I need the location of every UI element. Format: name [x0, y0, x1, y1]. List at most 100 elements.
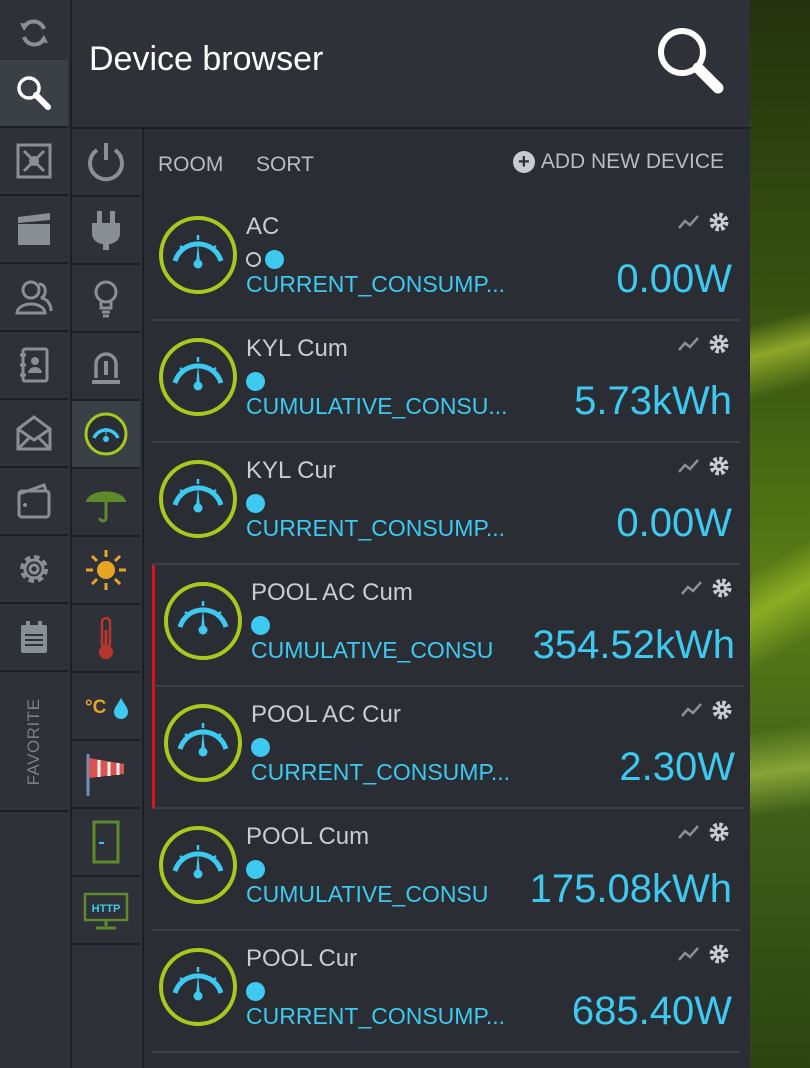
- wallet-icon: [17, 483, 51, 519]
- search-icon[interactable]: [652, 22, 732, 102]
- gear-icon[interactable]: [708, 333, 730, 355]
- chart-icon[interactable]: [678, 455, 700, 477]
- status-indicators: [251, 737, 270, 757]
- device-row[interactable]: KYL Cum CUMULATIVE_CONSU... 5.73kWh: [152, 321, 740, 443]
- power-icon: [88, 143, 124, 182]
- device-row[interactable]: POOL AC Cum CUMULATIVE_CONSU 354.52kWh: [152, 565, 743, 687]
- device-row[interactable]: POOL Cum CUMULATIVE_CONSU 175.08kWh: [152, 809, 740, 931]
- mail-button[interactable]: [0, 400, 68, 468]
- chart-icon[interactable]: [678, 333, 700, 355]
- settings-button[interactable]: [0, 536, 68, 604]
- device-value: 685.40W: [571, 989, 732, 1033]
- status-indicators: [246, 249, 284, 269]
- category-plug[interactable]: [72, 197, 140, 265]
- meter-icon: [159, 460, 237, 538]
- row-actions: [678, 455, 730, 477]
- gear-icon[interactable]: [708, 943, 730, 965]
- status-dot: [265, 249, 284, 269]
- category-door[interactable]: [72, 809, 140, 877]
- gear-icon[interactable]: [708, 455, 730, 477]
- gear-icon[interactable]: [711, 699, 733, 721]
- sort-button[interactable]: SORT: [256, 153, 314, 177]
- device-value: 5.73kWh: [574, 379, 732, 423]
- status-dot: [246, 493, 265, 513]
- search-icon: [17, 76, 51, 110]
- category-sidebar: °C HTTP: [72, 129, 144, 1068]
- clapperboard-button[interactable]: [0, 196, 68, 264]
- search-nav-button[interactable]: [0, 60, 68, 128]
- svg-text:HTTP: HTTP: [92, 903, 121, 915]
- page-title: Device browser: [89, 40, 324, 78]
- svg-text:°C: °C: [85, 697, 107, 718]
- row-actions: [681, 699, 733, 721]
- scenes-icon: [16, 143, 52, 179]
- device-row[interactable]: POOL AC Cur CURRENT_CONSUMP... 2.30W: [152, 687, 743, 809]
- status-dot: [246, 981, 265, 1001]
- room-button[interactable]: ROOM: [158, 153, 223, 177]
- device-row[interactable]: AC CURRENT_CONSUMP... 0.00W: [152, 199, 740, 321]
- category-meter[interactable]: [72, 401, 140, 469]
- main-sidebar: FAVORITE: [0, 0, 72, 1068]
- device-parameter: CURRENT_CONSUMP...: [246, 271, 505, 297]
- device-name: AC: [246, 213, 280, 240]
- clapperboard-icon: [18, 213, 50, 245]
- windsock-icon: [86, 754, 124, 796]
- add-new-device-label: ADD NEW DEVICE: [540, 150, 724, 173]
- chart-icon[interactable]: [681, 577, 703, 599]
- device-name: KYL Cur: [246, 457, 336, 484]
- users-button[interactable]: [0, 264, 68, 332]
- device-value: 175.08kWh: [529, 867, 732, 911]
- scenes-button[interactable]: [0, 128, 68, 196]
- chart-icon[interactable]: [678, 943, 700, 965]
- calendar-button[interactable]: [0, 604, 68, 672]
- device-row[interactable]: KYL Cur CURRENT_CONSUMP... 0.00W: [152, 443, 740, 565]
- temp-humidity-icon: °C: [85, 697, 128, 719]
- device-name: POOL Cum: [246, 823, 370, 850]
- device-list-panel: ROOM SORT + ADD NEW DEVICE AC CURRENT_CO…: [144, 129, 750, 1068]
- category-http[interactable]: HTTP: [72, 877, 140, 945]
- gear-icon[interactable]: [708, 211, 730, 233]
- thermometer-icon: [99, 616, 113, 659]
- gear-icon: [20, 555, 48, 583]
- favorite-tab[interactable]: FAVORITE: [0, 672, 68, 812]
- chart-icon[interactable]: [678, 821, 700, 843]
- siren-icon: [92, 352, 120, 384]
- chart-icon[interactable]: [678, 211, 700, 233]
- meter-icon: [164, 704, 242, 782]
- chart-icon[interactable]: [681, 699, 703, 721]
- device-parameter: CUMULATIVE_CONSU: [246, 881, 489, 907]
- device-parameter: CURRENT_CONSUMP...: [246, 515, 505, 541]
- category-power[interactable]: [72, 129, 140, 197]
- category-wind[interactable]: [72, 741, 140, 809]
- gear-icon[interactable]: [711, 577, 733, 599]
- status-dot: [251, 737, 270, 757]
- toolbar: ROOM SORT + ADD NEW DEVICE: [144, 129, 750, 199]
- category-temp-humidity[interactable]: °C: [72, 673, 140, 741]
- add-new-device-button[interactable]: + ADD NEW DEVICE: [512, 150, 724, 174]
- refresh-button[interactable]: [0, 0, 68, 68]
- contacts-button[interactable]: [0, 332, 68, 400]
- umbrella-icon: [86, 491, 126, 523]
- wallet-button[interactable]: [0, 468, 68, 536]
- door-icon: [92, 820, 120, 864]
- plug-icon: [92, 211, 120, 250]
- device-name: POOL AC Cur: [251, 701, 401, 728]
- favorite-label: FAVORITE: [24, 698, 43, 786]
- device-parameter: CURRENT_CONSUMP...: [251, 759, 510, 785]
- device-value: 2.30W: [619, 745, 735, 789]
- gear-icon[interactable]: [708, 821, 730, 843]
- category-sun[interactable]: [72, 537, 140, 605]
- category-weather[interactable]: [72, 469, 140, 537]
- status-indicators: [246, 493, 265, 513]
- status-dot: [246, 859, 265, 879]
- status-indicators: [246, 981, 265, 1001]
- device-row[interactable]: POOL Cur CURRENT_CONSUMP... 685.40W: [152, 931, 740, 1053]
- meter-icon: [159, 826, 237, 904]
- calendar-icon: [21, 621, 47, 653]
- row-actions: [678, 821, 730, 843]
- category-light[interactable]: [72, 265, 140, 333]
- category-alarm[interactable]: [72, 333, 140, 401]
- http-icon: HTTP: [83, 892, 129, 930]
- device-parameter: CUMULATIVE_CONSU: [251, 637, 494, 663]
- category-temperature[interactable]: [72, 605, 140, 673]
